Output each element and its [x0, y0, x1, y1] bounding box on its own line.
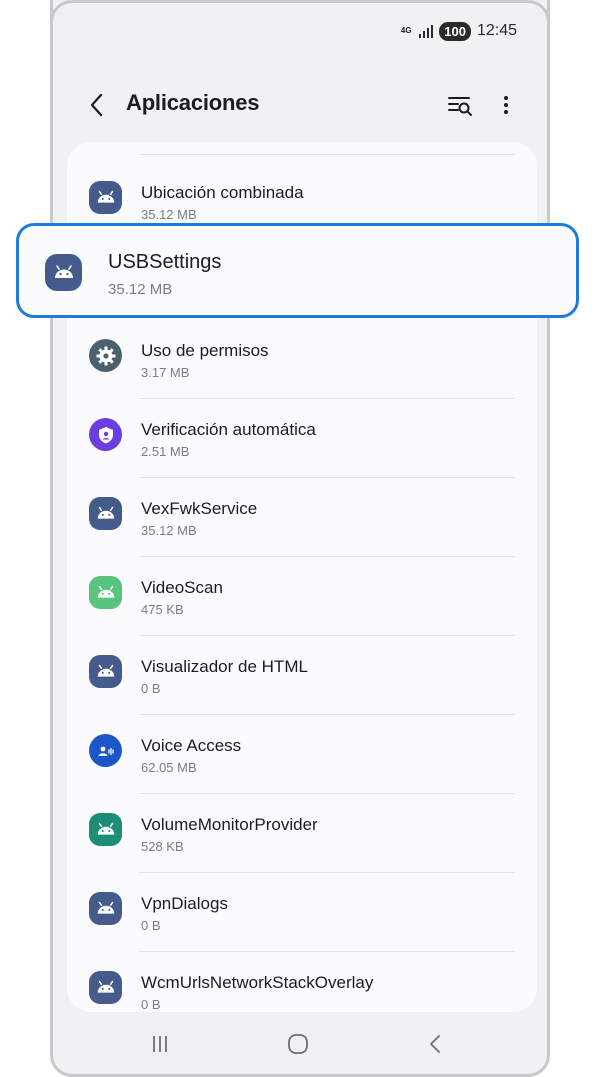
- home-button[interactable]: [283, 1029, 313, 1059]
- recent-apps-icon: [153, 1036, 167, 1052]
- app-row[interactable]: Visualizador de HTML 0 B: [67, 636, 537, 715]
- navigation-bar: [50, 1029, 550, 1059]
- app-name: Voice Access: [141, 736, 242, 755]
- android-icon: [89, 892, 122, 925]
- app-row[interactable]: Uso de permisos 3.17 MB: [67, 320, 537, 399]
- app-name: VexFwkService: [141, 499, 258, 518]
- more-options-button[interactable]: [499, 90, 513, 120]
- phone-frame-top: [50, 0, 550, 40]
- app-name: VpnDialogs: [141, 894, 228, 913]
- shield-icon: [89, 418, 122, 451]
- app-size: 0 B: [141, 681, 161, 696]
- app-name: Verificación automática: [141, 420, 316, 439]
- app-row[interactable]: VideoScan 475 KB: [67, 557, 537, 636]
- app-size: 2.51 MB: [141, 444, 190, 459]
- android-icon: [89, 655, 122, 688]
- phone-frame: 4G 100 12:45 Aplicaciones Ubicación comb…: [50, 0, 550, 1077]
- android-icon: [89, 971, 122, 1004]
- back-nav-button[interactable]: [421, 1029, 451, 1059]
- android-green-icon: [89, 576, 122, 609]
- app-row[interactable]: VolumeMonitorProvider 528 KB: [67, 794, 537, 873]
- app-size: 528 KB: [141, 839, 184, 854]
- voice-access-icon: [89, 734, 122, 767]
- app-row[interactable]: Voice Access 62.05 MB: [67, 715, 537, 794]
- android-teal-icon: [89, 813, 122, 846]
- app-row[interactable]: VexFwkService 35.12 MB: [67, 478, 537, 557]
- app-size: 62.05 MB: [141, 760, 197, 775]
- app-row[interactable]: Verificación automática 2.51 MB: [67, 399, 537, 478]
- app-size: 35.12 MB: [141, 207, 197, 222]
- recent-apps-button[interactable]: [145, 1029, 175, 1059]
- page-title: Aplicaciones: [126, 90, 260, 115]
- back-arrow-icon: [430, 1035, 440, 1053]
- app-size: 35.12 MB: [108, 281, 173, 298]
- app-size: 35.12 MB: [141, 523, 197, 538]
- app-name: USBSettings: [108, 251, 222, 273]
- app-size: 475 KB: [141, 602, 184, 617]
- gear-icon: [89, 339, 122, 372]
- chevron-left-icon: [90, 93, 103, 117]
- android-icon: [89, 181, 122, 214]
- highlighted-app-row[interactable]: USBSettings 35.12 MB: [16, 223, 579, 318]
- divider: [139, 154, 515, 155]
- app-name: WcmUrlsNetworkStackOverlay: [141, 973, 374, 992]
- app-name: VolumeMonitorProvider: [141, 815, 318, 834]
- app-name: VideoScan: [141, 578, 223, 597]
- back-button[interactable]: [83, 90, 113, 120]
- app-name: Ubicación combinada: [141, 183, 304, 202]
- android-icon: [89, 497, 122, 530]
- app-name: Uso de permisos: [141, 341, 269, 360]
- filter-search-button[interactable]: [445, 90, 475, 120]
- app-row[interactable]: VpnDialogs 0 B: [67, 873, 537, 952]
- app-bar: Aplicaciones: [53, 80, 547, 128]
- app-size: 3.17 MB: [141, 365, 190, 380]
- more-vertical-icon: [504, 96, 508, 114]
- filter-search-icon: [448, 97, 472, 116]
- app-row[interactable]: WcmUrlsNetworkStackOverlay 0 B: [67, 952, 537, 1012]
- app-size: 0 B: [141, 918, 161, 933]
- home-icon: [288, 1034, 308, 1054]
- app-size: 0 B: [141, 997, 161, 1012]
- android-icon: [45, 254, 82, 291]
- app-name: Visualizador de HTML: [141, 657, 308, 676]
